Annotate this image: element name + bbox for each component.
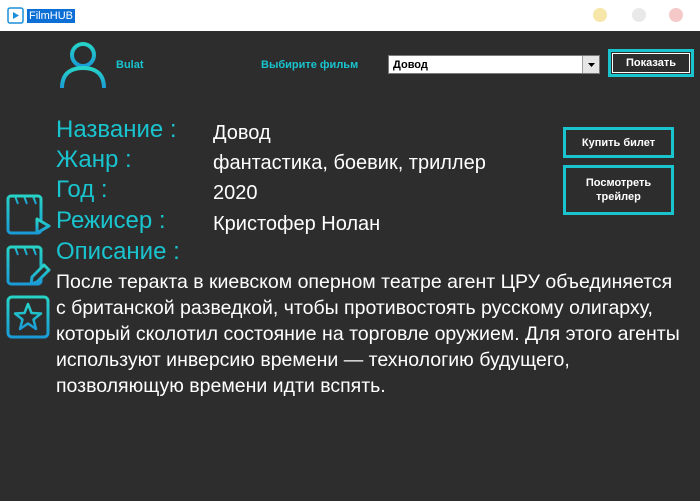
genre-label: Жанр : <box>56 146 132 173</box>
director-label: Режисер : <box>56 207 166 234</box>
buy-ticket-button[interactable]: Купить билет <box>563 127 674 158</box>
film-select-value: Довод <box>393 59 428 71</box>
title-bar: FilmHUB <box>0 0 700 31</box>
username-label: Bulat <box>116 59 144 71</box>
title-value: Довод <box>213 122 271 144</box>
maximize-button[interactable] <box>632 8 646 22</box>
dropdown-arrow-icon[interactable] <box>582 56 599 73</box>
film-select-label: Выбирите фильм <box>261 59 359 71</box>
user-avatar-icon <box>60 42 106 89</box>
close-button[interactable] <box>669 8 683 22</box>
minimize-button[interactable] <box>593 8 607 22</box>
window-title: FilmHUB <box>27 9 75 23</box>
genre-value: фантастика, боевик, триллер <box>213 152 486 174</box>
edit-icon[interactable] <box>6 244 51 288</box>
show-button[interactable]: Показать <box>608 49 694 77</box>
director-value: Кристофер Нолан <box>213 213 381 235</box>
description-label: Описание : <box>56 238 180 265</box>
video-icon[interactable] <box>6 193 51 237</box>
year-label: Год : <box>56 176 108 203</box>
watch-trailer-button[interactable]: Посмотреть трейлер <box>563 165 674 215</box>
title-label: Название : <box>56 116 177 143</box>
app-icon <box>7 7 24 24</box>
description-text: После теракта в киевском оперном театре … <box>56 271 680 397</box>
star-icon[interactable] <box>6 295 51 339</box>
film-select[interactable]: Довод <box>388 55 600 74</box>
year-value: 2020 <box>213 182 258 204</box>
